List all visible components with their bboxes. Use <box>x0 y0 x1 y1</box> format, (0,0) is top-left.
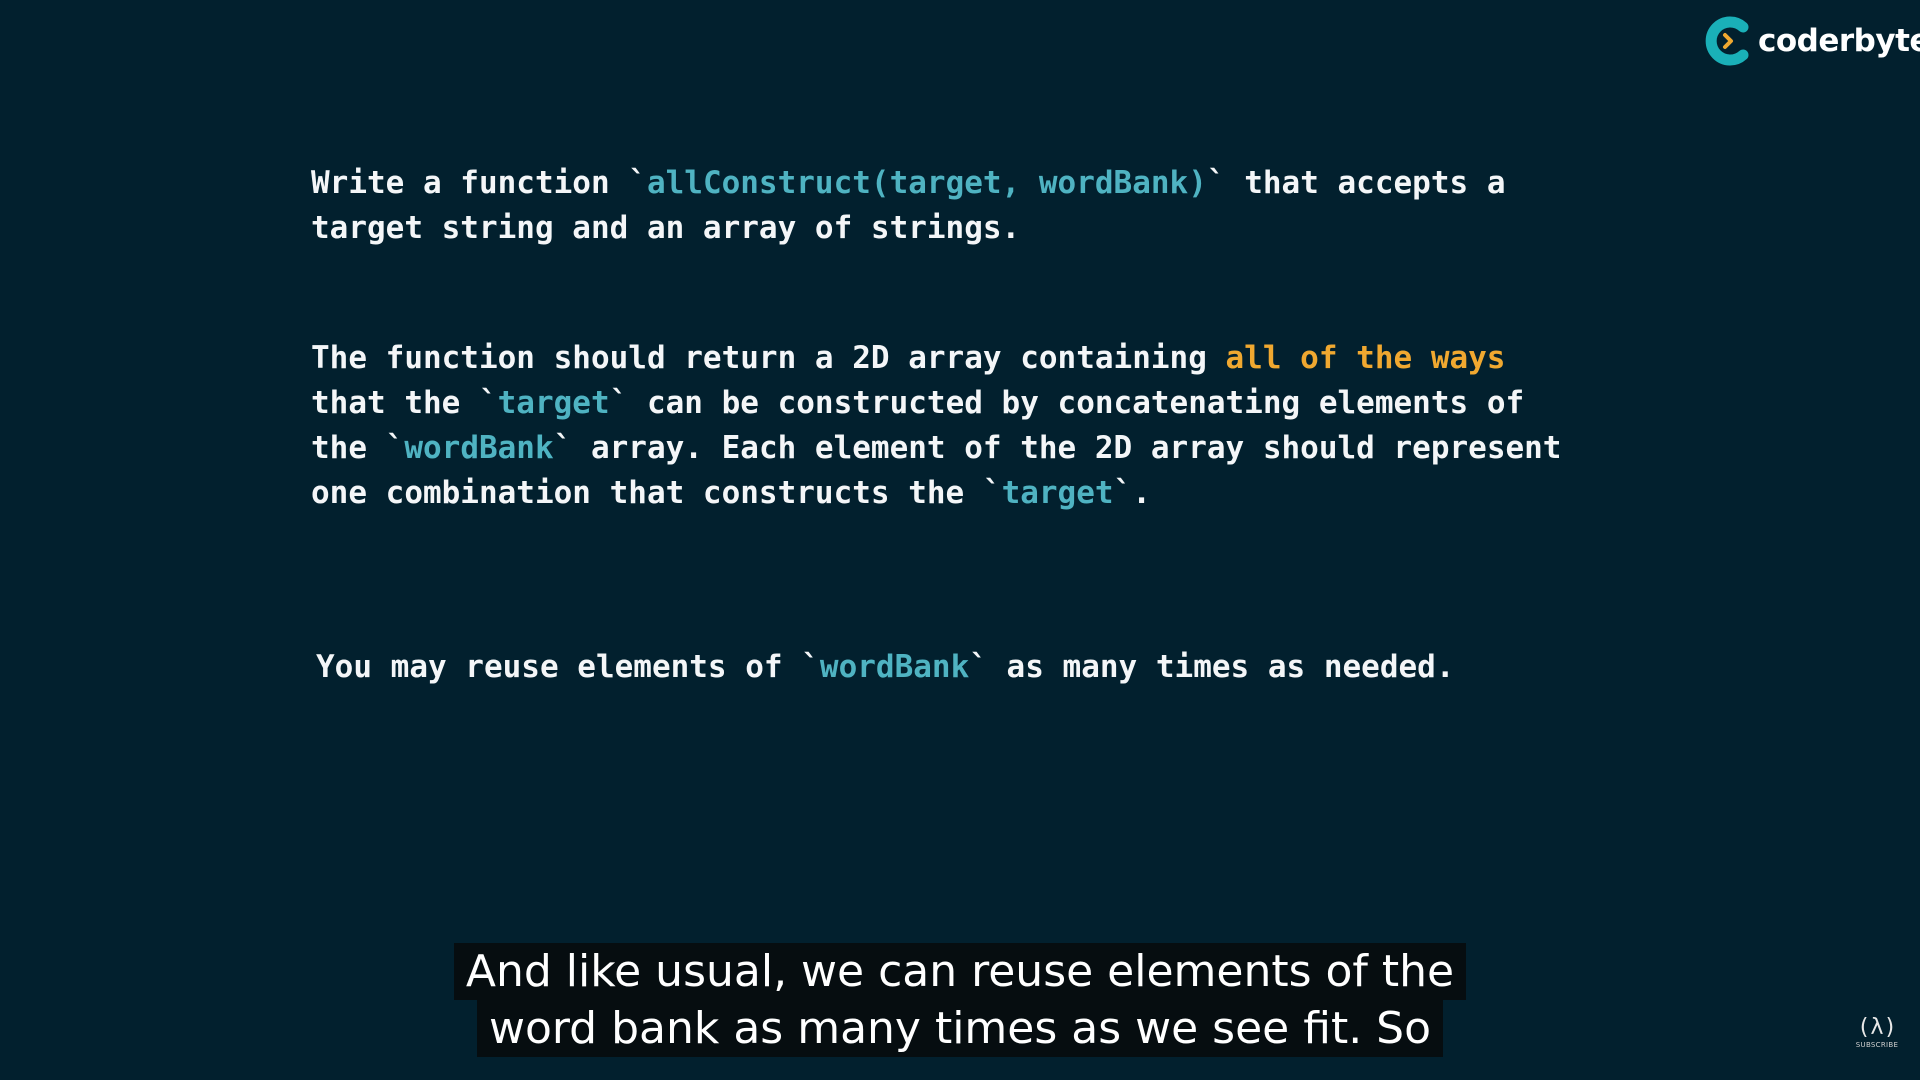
subscribe-label: SUBSCRIBE <box>1855 1041 1899 1049</box>
para2-line3: the `wordBank` array. Each element of th… <box>311 430 1561 466</box>
text-segment: ` that accepts a <box>1206 165 1506 201</box>
para1-line2: target string and an array of strings. <box>311 210 1021 246</box>
text-segment: that the ` <box>311 385 498 421</box>
code-function-signature: allConstruct(target, wordBank) <box>646 165 1207 201</box>
video-captions: And like usual, we can reuse elements of… <box>0 943 1920 1057</box>
caption-line-1: And like usual, we can reuse elements of… <box>453 943 1467 1000</box>
highlight-all-of-the-ways: all of the ways <box>1225 340 1506 376</box>
para1-line1: Write a function `allConstruct(target, w… <box>311 165 1506 201</box>
problem-paragraph-3: You may reuse elements of `wordBank` as … <box>316 645 1455 690</box>
para2-line2: that the `target` can be constructed by … <box>311 385 1524 421</box>
code-target: target <box>497 385 610 421</box>
text-segment: Write a function ` <box>311 165 647 201</box>
text-segment: ` array. Each element of the 2D array sh… <box>553 430 1562 466</box>
para2-line1: The function should return a 2D array co… <box>311 340 1505 376</box>
code-wordbank: wordBank <box>819 649 970 685</box>
freecodecamp-icon: (λ) <box>1857 1015 1897 1040</box>
text-segment: `. <box>1113 475 1151 511</box>
text-segment: You may reuse elements of ` <box>316 649 820 685</box>
para2-line4: one combination that constructs the `tar… <box>311 475 1151 511</box>
code-wordbank: wordBank <box>404 430 554 466</box>
code-target: target <box>1001 475 1114 511</box>
text-segment: ` can be constructed by concatenating el… <box>609 385 1525 421</box>
slide: coderbyte Write a function `allConstruct… <box>0 0 1920 1080</box>
text-segment: ` as many times as needed. <box>969 649 1455 685</box>
subscribe-badge[interactable]: (λ) SUBSCRIBE <box>1854 1015 1900 1049</box>
problem-paragraph-2: The function should return a 2D array co… <box>311 336 1561 516</box>
text-segment: The function should return a 2D array co… <box>311 340 1226 376</box>
coderbyte-logo: coderbyte <box>1702 13 1920 69</box>
caption-line-2: word bank as many times as we see fit. S… <box>476 1000 1444 1057</box>
coderbyte-logo-text: coderbyte <box>1758 23 1920 59</box>
coderbyte-logo-icon <box>1705 16 1749 66</box>
problem-paragraph-1: Write a function `allConstruct(target, w… <box>311 161 1506 251</box>
text-segment: one combination that constructs the ` <box>311 475 1002 511</box>
text-segment: the ` <box>311 430 405 466</box>
